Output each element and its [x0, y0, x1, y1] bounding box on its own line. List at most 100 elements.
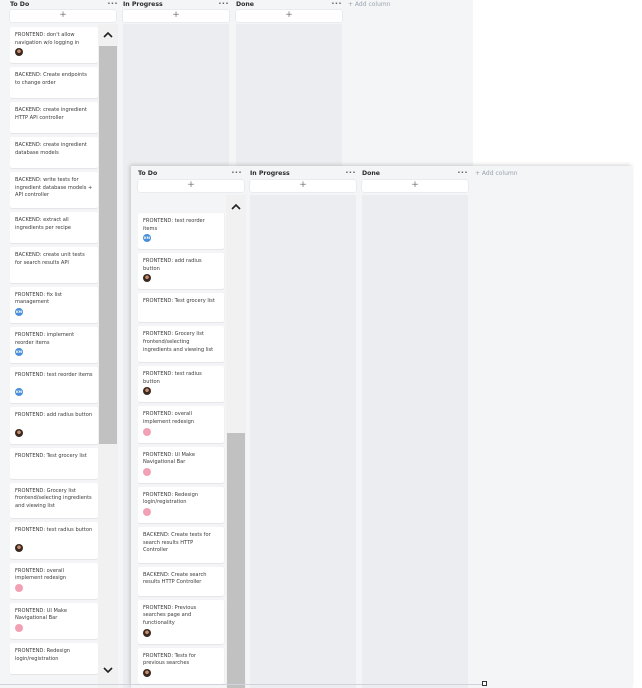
- task-card-title: BACKEND: create ingredient HTTP API cont…: [15, 107, 87, 121]
- task-card-title: BACKEND: Create search results HTTP Cont…: [143, 571, 207, 586]
- task-card-title: FRONTEND: add radius button: [15, 412, 93, 419]
- task-card-title: FRONTEND: fix list management: [15, 291, 63, 306]
- task-card[interactable]: FRONTEND: Redesign login/registration: [138, 486, 224, 523]
- task-card[interactable]: FRONTEND: overall implement redesign: [138, 406, 224, 443]
- scroll-up-icon[interactable]: [227, 200, 245, 214]
- assignee-avatar: [143, 628, 151, 637]
- column-menu-icon[interactable]: ···: [218, 0, 229, 8]
- card-list-todo: FRONTEND: don't allow navigation w/o log…: [10, 24, 98, 688]
- task-card-title: FRONTEND: Tests for previous searches: [143, 652, 196, 667]
- column-menu-icon[interactable]: ···: [457, 168, 468, 177]
- task-card[interactable]: FRONTEND: Tests for previous searches: [138, 647, 224, 684]
- task-card[interactable]: BACKEND: write tests for ingredient data…: [10, 172, 98, 208]
- task-card[interactable]: BACKEND: Create search results HTTP Cont…: [138, 566, 224, 596]
- task-card[interactable]: FRONTEND: UI Make Navigational Bar: [138, 446, 224, 483]
- task-card[interactable]: FRONTEND: Redesign login/registration: [10, 643, 98, 674]
- task-card[interactable]: FRONTEND: add radius button: [138, 253, 224, 290]
- task-card[interactable]: FRONTEND: overall implement redesign: [10, 562, 98, 599]
- task-card-title: FRONTEND: test reorder items: [143, 218, 205, 232]
- column-menu-icon[interactable]: ···: [331, 0, 342, 8]
- assignee-avatar: [15, 583, 23, 592]
- task-card[interactable]: FRONTEND: UI Make Navigational Bar: [10, 602, 98, 639]
- task-card-title: FRONTEND: test radius button: [143, 371, 202, 385]
- scrollbar[interactable]: [98, 24, 118, 688]
- assignee-avatar: [15, 543, 23, 552]
- window-edge: [0, 684, 484, 685]
- column-menu-icon[interactable]: ···: [345, 168, 356, 177]
- task-card[interactable]: BACKEND: create ingredient HTTP API cont…: [10, 102, 98, 134]
- column-body-done: [236, 24, 342, 166]
- scrollbar-thumb[interactable]: [227, 433, 245, 688]
- task-card-title: BACKEND: extract all ingredients per rec…: [15, 217, 72, 231]
- assignee-avatar: [15, 428, 23, 437]
- column-title: To Do: [10, 1, 30, 8]
- column-menu-icon[interactable]: ···: [231, 168, 242, 177]
- add-card-button[interactable]: +: [10, 10, 116, 22]
- task-card[interactable]: FRONTEND: Grocery list frontend/selectin…: [138, 326, 224, 363]
- assignee-avatar: KM: [143, 234, 151, 243]
- add-column-button[interactable]: + Add column: [475, 170, 518, 177]
- task-card-title: BACKEND: create ingredient database mode…: [15, 142, 87, 156]
- scrollbar[interactable]: [226, 195, 246, 688]
- task-card-title: FRONTEND: Grocery list frontend/selectin…: [15, 487, 92, 509]
- task-card-title: BACKEND: write tests for ingredient data…: [15, 177, 93, 199]
- task-card-title: BACKEND: Create endpoints to change orde…: [15, 72, 87, 86]
- task-card-title: FRONTEND: overall implement redesign: [143, 411, 195, 425]
- task-card[interactable]: FRONTEND: Grocery list frontend/selectin…: [10, 482, 98, 519]
- task-card-title: BACKEND: create unit tests for search re…: [15, 252, 85, 266]
- column-body-done: [362, 195, 468, 688]
- task-card-title: FRONTEND: implement reorder items: [15, 332, 75, 346]
- assignee-avatar: KM: [15, 307, 23, 316]
- task-card[interactable]: FRONTEND: fix list management KM: [10, 286, 98, 323]
- column-title: Done: [236, 1, 254, 8]
- assignee-avatar: [143, 274, 151, 283]
- task-card[interactable]: BACKEND: Create endpoints to change orde…: [10, 67, 98, 99]
- task-card[interactable]: FRONTEND: Test grocery list: [10, 447, 98, 479]
- scroll-down-icon[interactable]: [99, 664, 117, 678]
- task-card-title: BACKEND: Create tests for search results…: [143, 532, 211, 554]
- add-card-button[interactable]: +: [250, 180, 356, 192]
- task-card-title: FRONTEND: UI Make Navigational Bar: [143, 451, 195, 466]
- task-card-title: FRONTEND: add radius button: [143, 258, 202, 272]
- column-title: In Progress: [250, 170, 290, 177]
- assignee-avatar: KM: [15, 348, 23, 357]
- task-card-title: FRONTEND: test reorder items: [15, 372, 93, 379]
- task-card-title: FRONTEND: Redesign login/registration: [143, 491, 199, 506]
- add-card-button[interactable]: +: [138, 180, 244, 192]
- add-column-button[interactable]: + Add column: [348, 1, 391, 8]
- task-card[interactable]: BACKEND: create ingredient database mode…: [10, 137, 98, 169]
- card-list-todo: FRONTEND: test reorder items KM FRONTEND: …: [138, 195, 226, 688]
- column-title: In Progress: [123, 1, 163, 8]
- task-card[interactable]: FRONTEND: Previous searches page and fun…: [138, 599, 224, 644]
- task-card-title: FRONTEND: Test grocery list: [15, 452, 87, 459]
- task-card[interactable]: FRONTEND: implement reorder items KM: [10, 327, 98, 364]
- task-card-title: FRONTEND: don't allow navigation w/o log…: [15, 32, 80, 46]
- task-card[interactable]: FRONTEND: Test grocery list: [138, 293, 224, 323]
- scroll-up-icon[interactable]: [99, 28, 117, 42]
- resize-handle[interactable]: [482, 681, 487, 686]
- column-title: Done: [362, 170, 380, 177]
- task-card[interactable]: FRONTEND: test radius button: [10, 522, 98, 559]
- task-card[interactable]: BACKEND: extract all ingredients per rec…: [10, 212, 98, 243]
- assignee-avatar: [143, 387, 151, 396]
- task-card[interactable]: BACKEND: Create tests for search results…: [138, 527, 224, 563]
- add-card-button[interactable]: +: [123, 10, 229, 22]
- task-card[interactable]: FRONTEND: don't allow navigation w/o log…: [10, 27, 98, 64]
- task-card-title: FRONTEND: Redesign login/registration: [15, 648, 71, 662]
- scrollbar-thumb[interactable]: [99, 46, 117, 444]
- assignee-avatar: KM: [15, 388, 23, 397]
- kanban-board-front: To Do ··· In Progress ··· Done ··· + Add…: [131, 166, 632, 688]
- task-card[interactable]: FRONTEND: test reorder items KM: [10, 367, 98, 404]
- assignee-avatar: [143, 467, 151, 476]
- assignee-avatar: [143, 668, 151, 677]
- add-card-button[interactable]: +: [362, 180, 468, 192]
- task-card[interactable]: FRONTEND: test reorder items KM: [138, 213, 224, 250]
- task-card[interactable]: FRONTEND: add radius button: [10, 407, 98, 444]
- assignee-avatar: [15, 48, 23, 57]
- task-card[interactable]: BACKEND: create unit tests for search re…: [10, 247, 98, 283]
- task-card-title: FRONTEND: Test grocery list: [143, 298, 215, 305]
- assignee-avatar: [143, 507, 151, 516]
- add-card-button[interactable]: +: [236, 10, 342, 22]
- column-menu-icon[interactable]: ···: [107, 0, 118, 8]
- task-card[interactable]: FRONTEND: test radius button: [138, 366, 224, 403]
